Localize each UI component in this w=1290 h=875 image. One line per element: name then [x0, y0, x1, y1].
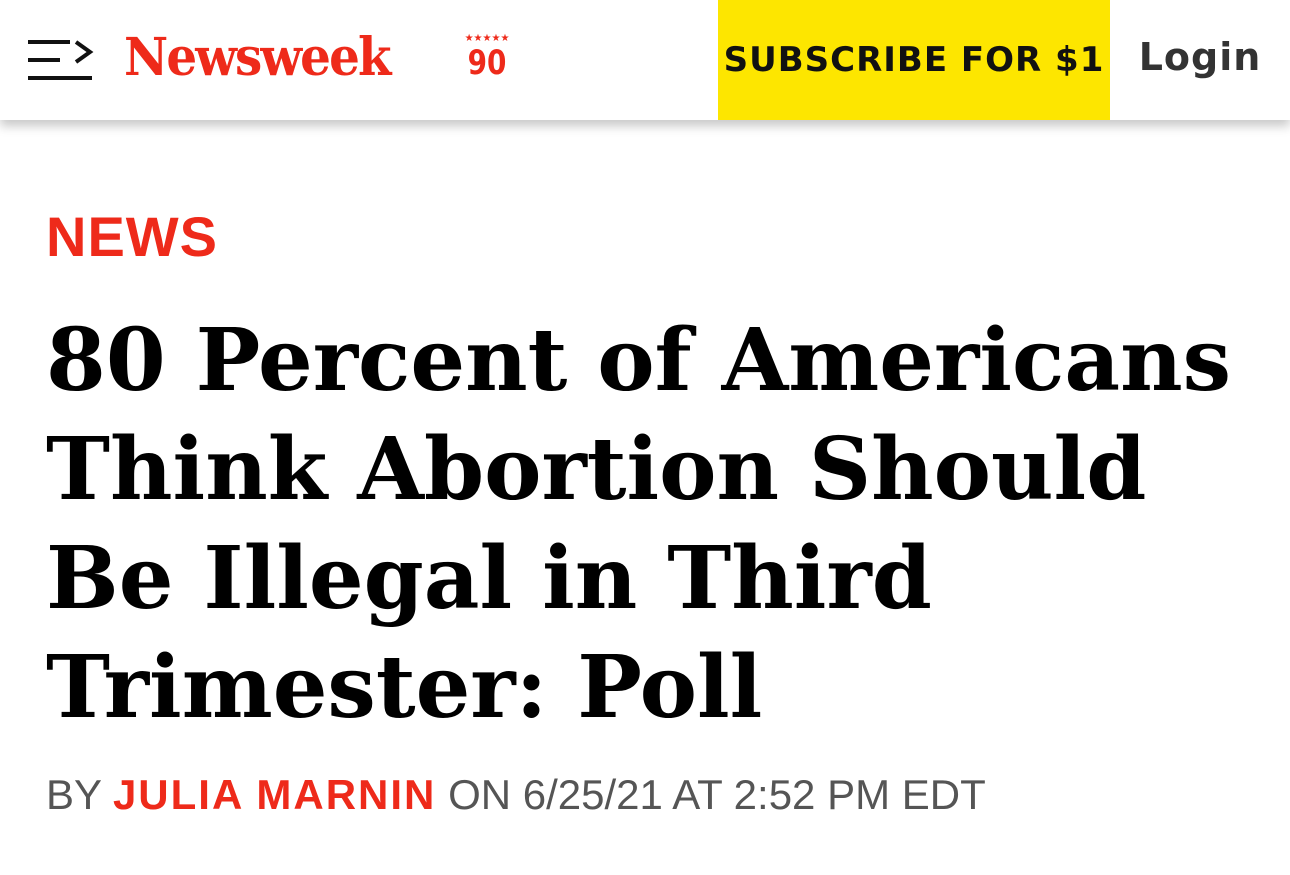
menu-icon [28, 40, 94, 80]
publish-date: ON 6/25/21 AT 2:52 PM EDT [448, 771, 986, 818]
menu-button[interactable] [28, 38, 94, 84]
subscribe-button[interactable]: SUBSCRIBE FOR $1 [718, 0, 1110, 120]
login-button[interactable]: Login [1110, 0, 1290, 120]
badge-number: 90 [467, 43, 507, 83]
article-headline: 80 Percent of Americans Think Abortion S… [46, 310, 1232, 738]
anniversary-90-badge: ★★★★★ 90 [462, 34, 512, 84]
category-label[interactable]: NEWS [46, 205, 218, 269]
author-link[interactable]: JULIA MARNIN [113, 771, 436, 818]
byline: BY JULIA MARNIN ON 6/25/21 AT 2:52 PM ED… [46, 770, 986, 820]
site-header: Newsweek ★★★★★ 90 SUBSCRIBE FOR $1 Login [0, 0, 1290, 120]
newsweek-logo[interactable]: Newsweek ★★★★★ 90 [124, 26, 509, 96]
byline-prefix: BY [46, 771, 102, 818]
logo-wordmark: Newsweek [124, 27, 391, 88]
